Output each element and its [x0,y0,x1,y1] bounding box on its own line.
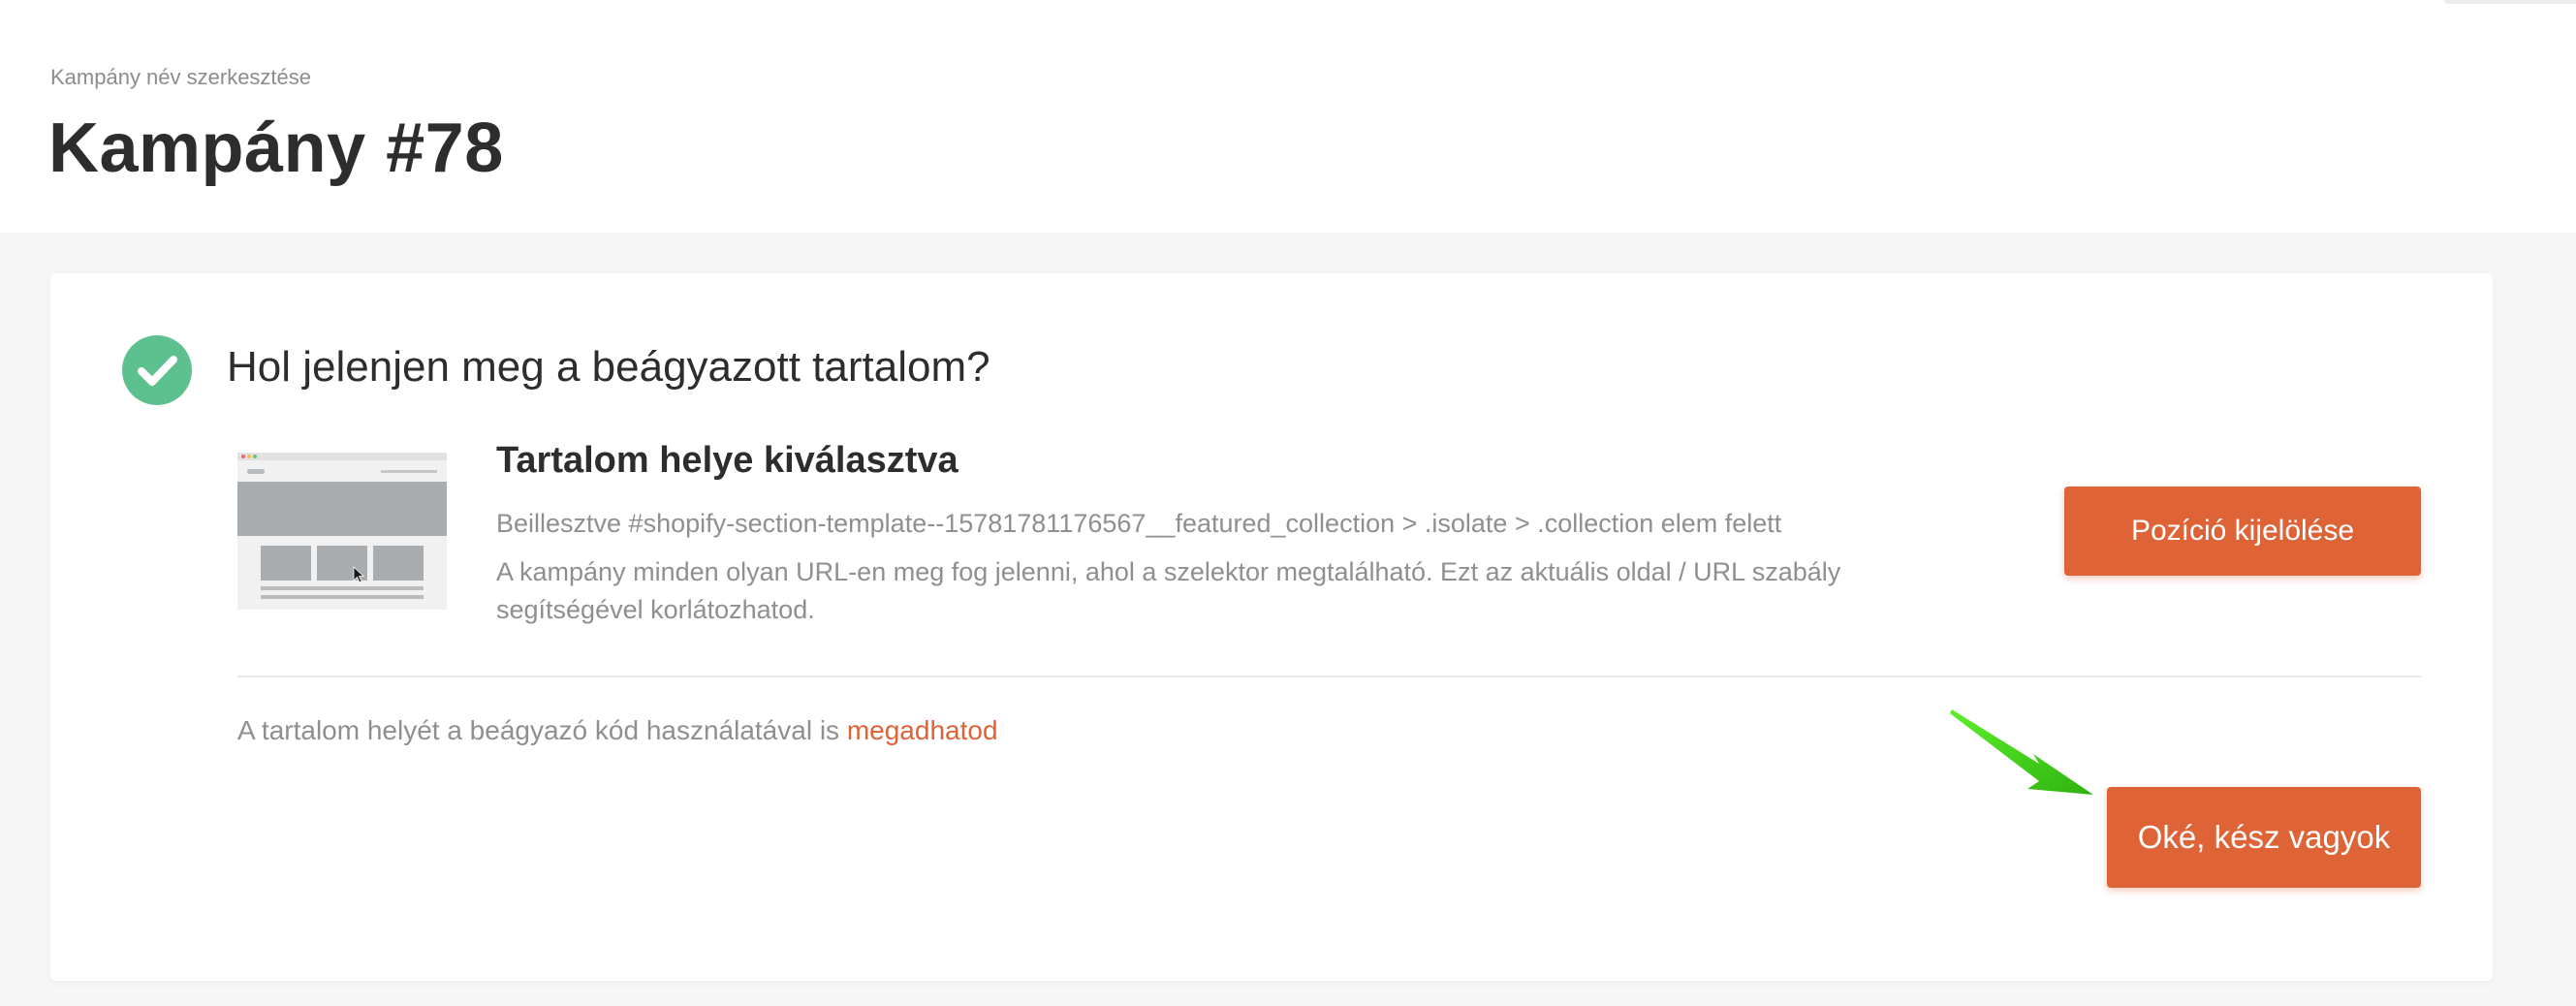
annotation-arrow-icon [1950,707,2105,814]
page-header: Kampány név szerkesztése Kampány #78 [0,0,2576,233]
selector-text: Beillesztve #shopify-section-template--1… [496,509,1782,538]
page-title: Kampány #78 [48,110,504,187]
embed-code-link[interactable]: megadhatod [847,715,998,745]
top-right-tab [2444,0,2576,4]
selection-heading: Tartalom helye kiválasztva [496,440,958,481]
breadcrumb: Kampány név szerkesztése [50,65,312,89]
divider [237,676,2421,677]
section-title: Hol jelenjen meg a beágyazott tartalom? [227,343,990,391]
select-position-button[interactable]: Pozíció kijelölése [2064,487,2421,576]
page-layout-thumbnail [237,453,447,610]
done-button[interactable]: Oké, kész vagyok [2107,787,2421,888]
embed-code-note: A tartalom helyét a beágyazó kód használ… [237,715,998,746]
check-circle-icon [122,335,192,405]
embed-note-text: A tartalom helyét a beágyazó kód használ… [237,715,840,745]
embed-location-card: Hol jelenjen meg a beágyazott tartalom? … [50,273,2493,981]
info-text: A kampány minden olyan URL-en meg fog je… [496,557,1841,624]
